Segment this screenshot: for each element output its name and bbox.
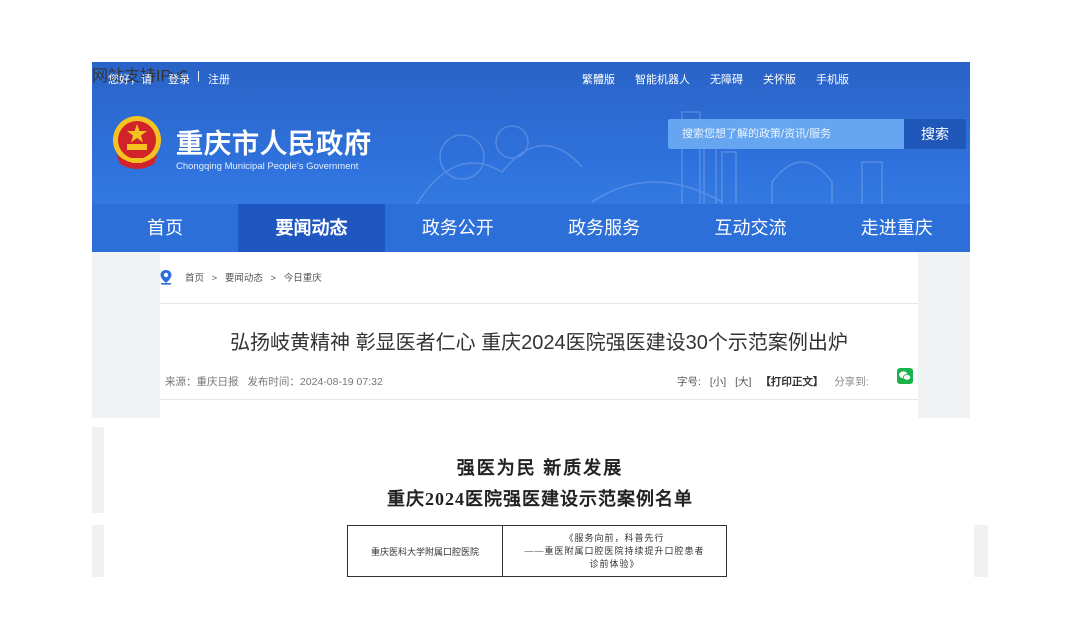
share-label: 分享到: bbox=[834, 376, 869, 388]
wechat-icon[interactable] bbox=[897, 368, 913, 384]
login-link[interactable]: 登录 bbox=[168, 71, 190, 87]
font-size-large-button[interactable]: [大] bbox=[735, 376, 751, 388]
top-bar: 您好，请 登录 | 注册 繁體版 智能机器人 无障碍 关怀版 手机版 bbox=[92, 62, 970, 92]
case-line: 《服务向前，科普先行 bbox=[564, 532, 665, 543]
nav-about-chongqing[interactable]: 走进重庆 bbox=[824, 204, 970, 252]
breadcrumb-separator: > bbox=[270, 273, 277, 284]
traditional-chinese-link[interactable]: 繁體版 bbox=[582, 71, 615, 87]
mobile-version-link[interactable]: 手机版 bbox=[816, 71, 849, 87]
article-title: 弘扬岐黄精神 彰显医者仁心 重庆2024医院强医建设30个示范案例出炉 bbox=[230, 332, 848, 354]
breadcrumb-separator: > bbox=[211, 273, 218, 284]
robot-link[interactable]: 智能机器人 bbox=[635, 71, 690, 87]
search-input[interactable]: 搜索您想了解的政策/资讯/服务 bbox=[668, 119, 904, 149]
search-button[interactable]: 搜索 bbox=[904, 119, 966, 149]
article-meta: 来源：重庆日报 发布时间：2024-08-19 07:32 bbox=[165, 374, 389, 389]
document-subheading: 重庆2024医院强医建设示范案例名单 bbox=[387, 489, 693, 509]
breadcrumb-today[interactable]: 今日重庆 bbox=[284, 273, 322, 284]
breadcrumb-news[interactable]: 要闻动态 bbox=[225, 273, 263, 284]
article-source: 来源：重庆日报 bbox=[165, 376, 239, 388]
case-table: 重庆医科大学附属口腔医院 《服务向前，科普先行 ——重医附属口腔医院持续提升口腔… bbox=[347, 525, 727, 577]
table-row: 重庆医科大学附属口腔医院 《服务向前，科普先行 ——重医附属口腔医院持续提升口腔… bbox=[347, 525, 727, 577]
case-line: ——重医附属口腔医院持续提升口腔患者 bbox=[524, 545, 705, 556]
table-cell-case: 《服务向前，科普先行 ——重医附属口腔医院持续提升口腔患者 诊前体验》 bbox=[502, 525, 727, 577]
national-emblem-icon bbox=[113, 116, 161, 169]
top-links: 繁體版 智能机器人 无障碍 关怀版 手机版 bbox=[582, 71, 869, 87]
divider bbox=[160, 303, 918, 304]
register-link[interactable]: 注册 bbox=[208, 71, 230, 87]
location-pin-icon bbox=[160, 270, 172, 285]
nav-home[interactable]: 首页 bbox=[92, 204, 238, 252]
site-title-english: Chongqing Municipal People's Government bbox=[176, 161, 359, 172]
login-separator: | bbox=[197, 70, 200, 82]
nav-government-affairs[interactable]: 政务公开 bbox=[385, 204, 531, 252]
article-published-time: 发布时间：2024-08-19 07:32 bbox=[247, 376, 383, 388]
nav-government-services[interactable]: 政务服务 bbox=[531, 204, 677, 252]
print-button[interactable]: 【打印正文】 bbox=[760, 376, 823, 388]
nav-news[interactable]: 要闻动态 bbox=[238, 204, 385, 252]
site-title: 重庆市人民政府 bbox=[176, 129, 372, 159]
nav-interaction[interactable]: 互动交流 bbox=[677, 204, 823, 252]
image-side-strip bbox=[974, 525, 988, 577]
font-size-small-button[interactable]: [小] bbox=[710, 376, 726, 388]
main-nav: 首页 要闻动态 政务公开 政务服务 互动交流 走进重庆 bbox=[92, 204, 970, 252]
divider bbox=[160, 399, 918, 400]
breadcrumb: 首页 > 要闻动态 > 今日重庆 bbox=[185, 270, 322, 284]
breadcrumb-home[interactable]: 首页 bbox=[185, 273, 204, 284]
accessibility-link[interactable]: 无障碍 bbox=[710, 71, 743, 87]
font-size-label: 字号: bbox=[677, 376, 701, 388]
article-tools: 字号: [小] [大] 【打印正文】 分享到: bbox=[677, 374, 869, 389]
case-line: 诊前体验》 bbox=[589, 558, 640, 569]
site-header: 您好，请 登录 | 注册 繁體版 智能机器人 无障碍 关怀版 手机版 网站支持I… bbox=[92, 62, 970, 252]
greeting-text: 您好，请 bbox=[108, 74, 152, 86]
document-heading: 强医为民 新质发展 bbox=[456, 458, 624, 478]
table-cell-hospital: 重庆医科大学附属口腔医院 bbox=[347, 525, 503, 577]
image-side-strip bbox=[92, 525, 104, 577]
elderly-mode-link[interactable]: 关怀版 bbox=[763, 71, 796, 87]
